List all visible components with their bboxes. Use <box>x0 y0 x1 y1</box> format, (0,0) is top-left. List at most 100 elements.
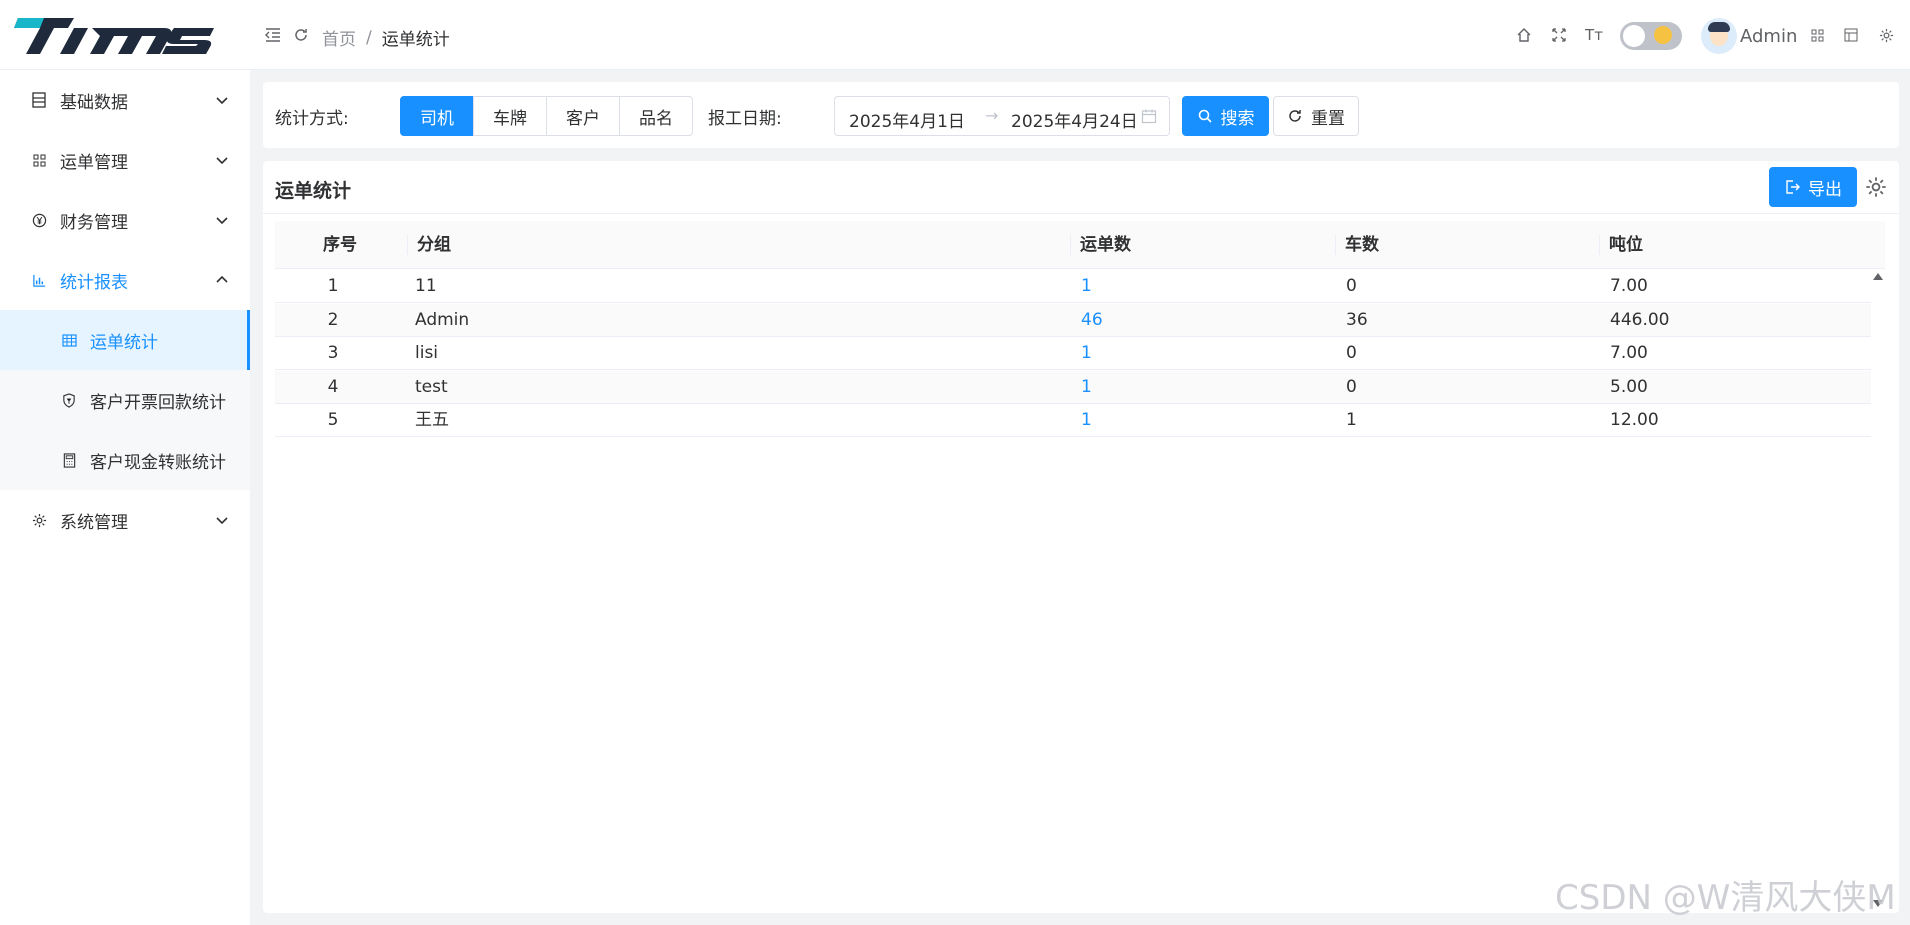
watermark: CSDN @W清风大侠M <box>1555 878 1896 918</box>
sidebar-item-system[interactable]: 系统管理 <box>0 490 250 550</box>
tims-logo[interactable] <box>14 14 214 58</box>
cell-cars: 0 <box>1346 343 1357 363</box>
cell-index: 5 <box>327 410 339 430</box>
home-icon[interactable] <box>1513 24 1535 46</box>
breadcrumb: 首页 / 运单统计 <box>322 25 450 51</box>
sidebar: 基础数据 运单管理 财务管理 统计报表 运单统计 客户开票回款统计 客户现金转账… <box>0 70 250 925</box>
cell-orders-link[interactable]: 1 <box>1081 371 1092 404</box>
column-header-tonnage[interactable]: 吨位 <box>1609 221 1643 269</box>
settings-icon[interactable] <box>1875 24 1897 46</box>
refresh-icon[interactable] <box>290 24 312 46</box>
date-end-input[interactable]: 2025年4月24日 <box>1011 107 1138 132</box>
table-row[interactable]: 5 王五 1 1 12.00 <box>275 404 1871 437</box>
font-size-icon[interactable]: Tт <box>1583 24 1605 46</box>
mode-plate-button[interactable]: 车牌 <box>473 96 547 136</box>
breadcrumb-current: 运单统计 <box>381 30 450 50</box>
scroll-up-arrow[interactable] <box>1873 273 1883 280</box>
collapse-sidebar-icon[interactable] <box>262 24 284 46</box>
column-settings-icon[interactable] <box>1865 176 1887 198</box>
list-icon <box>30 91 48 109</box>
stat-mode-segmented: 司机 车牌 客户 品名 <box>400 96 693 136</box>
theme-toggle[interactable] <box>1620 22 1682 50</box>
date-range-arrow: → <box>985 106 999 125</box>
column-divider <box>407 235 408 255</box>
calculator-icon <box>60 451 78 469</box>
sidebar-item-reports[interactable]: 统计报表 <box>0 250 250 310</box>
sidebar-item-label: 客户开票回款统计 <box>90 393 226 413</box>
date-range-picker[interactable]: 2025年4月1日 → 2025年4月24日 <box>834 96 1170 136</box>
top-header: 首页 / 运单统计 Tт Admin <box>0 0 1910 70</box>
sidebar-item-label: 运单管理 <box>60 152 128 173</box>
search-button[interactable]: 搜索 <box>1182 96 1269 136</box>
export-button-label: 导出 <box>1808 179 1842 200</box>
gear-icon <box>30 511 48 529</box>
calendar-icon <box>1141 109 1157 124</box>
card-title: 运单统计 <box>275 180 352 202</box>
user-name[interactable]: Admin <box>1740 26 1797 47</box>
sidebar-item-label: 系统管理 <box>60 512 128 533</box>
table-row[interactable]: 2 Admin 46 36 446.00 <box>275 304 1871 337</box>
refresh-icon <box>1289 110 1301 122</box>
cell-index: 2 <box>327 310 339 330</box>
sidebar-subitem-invoice-stats[interactable]: 客户开票回款统计 <box>0 370 250 430</box>
table-row[interactable]: 3 lisi 1 0 7.00 <box>275 337 1871 370</box>
grid-icon[interactable] <box>1806 24 1828 46</box>
cell-orders-link[interactable]: 1 <box>1081 270 1092 303</box>
avatar[interactable] <box>1701 18 1737 54</box>
cell-cars: 0 <box>1346 276 1357 296</box>
breadcrumb-separator: / <box>366 27 372 48</box>
breadcrumb-home[interactable]: 首页 <box>322 25 356 50</box>
grid-icon <box>30 151 48 169</box>
cell-tonnage: 7.00 <box>1610 276 1648 296</box>
mode-product-button[interactable]: 品名 <box>619 96 693 136</box>
sidebar-subitem-cash-stats[interactable]: 客户现金转账统计 <box>0 430 250 490</box>
table-icon <box>60 331 78 349</box>
cell-cars: 36 <box>1346 310 1368 330</box>
cell-group: lisi <box>415 343 439 363</box>
column-header-group[interactable]: 分组 <box>417 221 451 269</box>
date-start-input[interactable]: 2025年4月1日 <box>849 107 965 132</box>
cell-cars: 0 <box>1346 377 1357 397</box>
bar-chart-icon <box>30 271 48 289</box>
cell-orders-link[interactable]: 1 <box>1081 337 1092 370</box>
sidebar-subitem-waybill-stats[interactable]: 运单统计 <box>0 310 250 370</box>
waybill-stats-card: 运单统计 导出 序号 分组 运单数 车数 吨位 1 11 1 0 7.00 2 … <box>263 161 1899 913</box>
mode-customer-button[interactable]: 客户 <box>546 96 620 136</box>
cell-orders-link[interactable]: 46 <box>1081 304 1103 337</box>
table-row[interactable]: 4 test 1 0 5.00 <box>275 371 1871 404</box>
column-header-orders[interactable]: 运单数 <box>1080 221 1131 269</box>
export-icon <box>1786 180 1800 194</box>
layout-icon[interactable] <box>1840 24 1862 46</box>
sidebar-item-finance[interactable]: 财务管理 <box>0 190 250 250</box>
cell-group: 王五 <box>415 410 449 430</box>
search-button-label: 搜索 <box>1220 108 1255 129</box>
avatar-hair <box>1708 22 1730 32</box>
filter-panel: 统计方式: 司机 车牌 客户 品名 报工日期: 2025年4月1日 → 2025… <box>263 82 1899 148</box>
cell-index: 1 <box>327 276 339 296</box>
stat-mode-label: 统计方式: <box>275 109 349 129</box>
export-button[interactable]: 导出 <box>1769 167 1857 207</box>
chevron-down-icon <box>216 517 228 525</box>
sidebar-item-label: 统计报表 <box>60 272 128 293</box>
cell-cars: 1 <box>1346 410 1357 430</box>
sidebar-item-waybill-mgmt[interactable]: 运单管理 <box>0 130 250 190</box>
fullscreen-icon[interactable] <box>1548 24 1570 46</box>
chevron-down-icon <box>216 157 228 165</box>
smile-icon <box>1654 26 1672 44</box>
table-row[interactable]: 1 11 1 0 7.00 <box>275 270 1871 303</box>
cell-tonnage: 446.00 <box>1610 310 1670 330</box>
cell-index: 4 <box>327 377 339 397</box>
sidebar-item-basic-data[interactable]: 基础数据 <box>0 70 250 130</box>
sidebar-item-label: 客户现金转账统计 <box>90 453 226 473</box>
chevron-up-icon <box>216 275 228 283</box>
reset-button[interactable]: 重置 <box>1273 96 1359 136</box>
cell-orders-link[interactable]: 1 <box>1081 404 1092 437</box>
column-header-cars[interactable]: 车数 <box>1345 221 1379 269</box>
reset-button-label: 重置 <box>1311 108 1345 129</box>
column-divider <box>1070 235 1071 255</box>
chevron-down-icon <box>216 97 228 105</box>
column-header-index[interactable]: 序号 <box>323 221 357 269</box>
cell-group: test <box>415 377 448 397</box>
cell-index: 3 <box>327 343 339 363</box>
mode-driver-button[interactable]: 司机 <box>400 96 474 136</box>
